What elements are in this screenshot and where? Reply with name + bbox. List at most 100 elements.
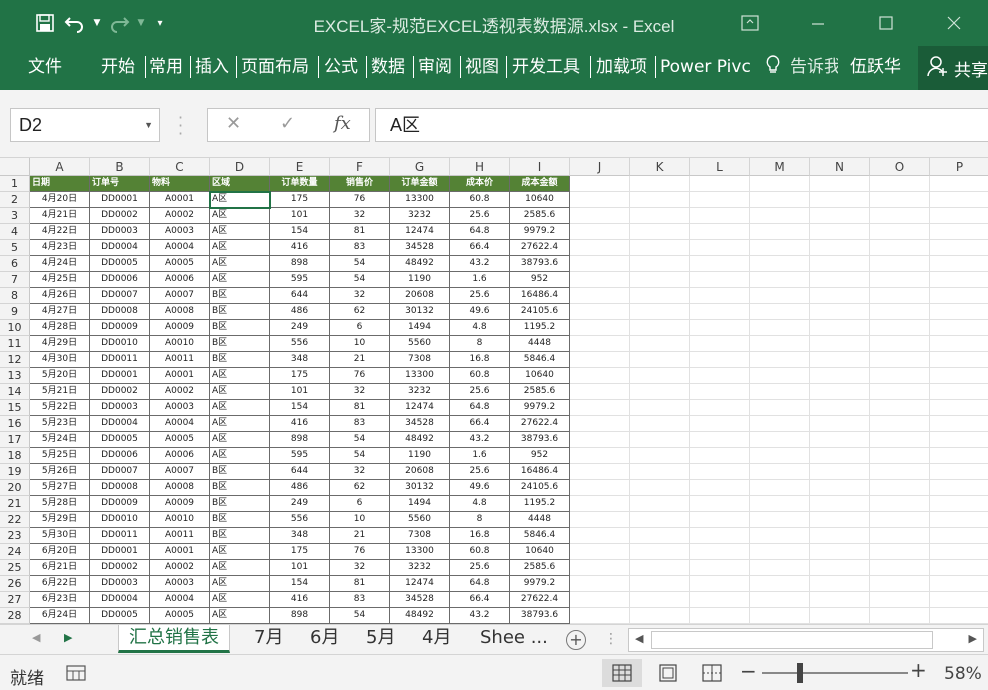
table-cell[interactable]: 5月24日 bbox=[30, 432, 90, 448]
empty-cell[interactable] bbox=[570, 544, 630, 560]
empty-cell[interactable] bbox=[870, 464, 930, 480]
table-cell[interactable]: 1494 bbox=[390, 320, 450, 336]
empty-cell[interactable] bbox=[570, 448, 630, 464]
table-cell[interactable]: 25.6 bbox=[450, 464, 510, 480]
empty-cell[interactable] bbox=[570, 192, 630, 208]
table-cell[interactable]: DD0005 bbox=[90, 256, 150, 272]
empty-cell[interactable] bbox=[870, 496, 930, 512]
table-cell[interactable]: 5月23日 bbox=[30, 416, 90, 432]
table-cell[interactable]: 66.4 bbox=[450, 416, 510, 432]
table-cell[interactable]: 4月29日 bbox=[30, 336, 90, 352]
sheet-nav-prev-icon[interactable]: ◀ bbox=[32, 631, 40, 644]
table-cell[interactable]: 24105.6 bbox=[510, 304, 570, 320]
table-cell[interactable]: A0002 bbox=[150, 208, 210, 224]
empty-cell[interactable] bbox=[570, 576, 630, 592]
table-cell[interactable]: DD0010 bbox=[90, 336, 150, 352]
empty-cell[interactable] bbox=[810, 192, 870, 208]
table-cell[interactable]: 101 bbox=[270, 384, 330, 400]
empty-cell[interactable] bbox=[690, 448, 750, 464]
empty-cell[interactable] bbox=[690, 304, 750, 320]
empty-cell[interactable] bbox=[570, 272, 630, 288]
maximize-icon[interactable] bbox=[852, 6, 920, 40]
empty-cell[interactable] bbox=[750, 464, 810, 480]
empty-cell[interactable] bbox=[870, 240, 930, 256]
empty-cell[interactable] bbox=[750, 256, 810, 272]
empty-cell[interactable] bbox=[690, 208, 750, 224]
tab-file[interactable]: 文件 bbox=[28, 54, 62, 80]
table-cell[interactable]: 10640 bbox=[510, 192, 570, 208]
table-cell[interactable]: 416 bbox=[270, 592, 330, 608]
empty-cell[interactable] bbox=[750, 560, 810, 576]
table-cell[interactable]: 154 bbox=[270, 400, 330, 416]
table-cell[interactable]: 43.2 bbox=[450, 256, 510, 272]
table-cell[interactable]: 60.8 bbox=[450, 368, 510, 384]
table-cell[interactable]: 4月22日 bbox=[30, 224, 90, 240]
empty-cell[interactable] bbox=[810, 336, 870, 352]
empty-cell[interactable] bbox=[750, 224, 810, 240]
insert-function-icon[interactable]: fx bbox=[334, 113, 351, 134]
table-cell[interactable]: 48492 bbox=[390, 432, 450, 448]
empty-cell[interactable] bbox=[870, 368, 930, 384]
table-header-cell[interactable]: 成本价 bbox=[450, 176, 510, 192]
empty-cell[interactable] bbox=[750, 384, 810, 400]
empty-cell[interactable] bbox=[690, 576, 750, 592]
worksheet-grid[interactable]: A B C D E F G H I J K L M N O P 1 日期 订单号 物料 区域 订单数量 销售价 订单金额 成本价… bbox=[0, 158, 988, 624]
table-cell[interactable]: DD0007 bbox=[90, 288, 150, 304]
empty-cell[interactable] bbox=[930, 608, 988, 624]
table-cell[interactable]: 486 bbox=[270, 304, 330, 320]
table-cell[interactable]: 21 bbox=[330, 352, 390, 368]
empty-cell[interactable] bbox=[810, 608, 870, 624]
table-cell[interactable]: 49.6 bbox=[450, 480, 510, 496]
empty-cell[interactable] bbox=[630, 512, 690, 528]
table-cell[interactable]: 4月21日 bbox=[30, 208, 90, 224]
table-cell[interactable]: 2585.6 bbox=[510, 208, 570, 224]
table-header-cell[interactable]: 订单金额 bbox=[390, 176, 450, 192]
sheet-tab-july[interactable]: 7月 bbox=[254, 625, 283, 653]
table-cell[interactable]: 10640 bbox=[510, 368, 570, 384]
table-cell[interactable]: 8 bbox=[450, 512, 510, 528]
table-cell[interactable]: A区 bbox=[210, 256, 270, 272]
table-cell[interactable]: A区 bbox=[210, 208, 270, 224]
formula-input[interactable]: A区 bbox=[375, 108, 988, 142]
table-cell[interactable]: 64.8 bbox=[450, 400, 510, 416]
macro-record-icon[interactable] bbox=[66, 664, 86, 686]
table-cell[interactable]: A区 bbox=[210, 544, 270, 560]
add-sheet-button[interactable]: + bbox=[566, 630, 586, 650]
table-cell[interactable]: 5月20日 bbox=[30, 368, 90, 384]
sheet-tab-more[interactable]: Shee ... bbox=[480, 625, 548, 653]
table-cell[interactable]: 4月23日 bbox=[30, 240, 90, 256]
table-cell[interactable]: 66.4 bbox=[450, 240, 510, 256]
table-cell[interactable]: 3232 bbox=[390, 560, 450, 576]
empty-cell[interactable] bbox=[750, 528, 810, 544]
zoom-slider-track[interactable] bbox=[762, 672, 908, 674]
table-cell[interactable]: 556 bbox=[270, 512, 330, 528]
column-header-e[interactable]: E bbox=[270, 158, 330, 176]
table-cell[interactable]: 5560 bbox=[390, 336, 450, 352]
empty-cell[interactable] bbox=[570, 400, 630, 416]
table-cell[interactable]: 348 bbox=[270, 352, 330, 368]
ribbon-display-options-icon[interactable] bbox=[716, 6, 784, 40]
empty-cell[interactable] bbox=[690, 240, 750, 256]
table-cell[interactable]: A0009 bbox=[150, 320, 210, 336]
table-cell[interactable]: 10640 bbox=[510, 544, 570, 560]
empty-cell[interactable] bbox=[630, 384, 690, 400]
table-cell[interactable]: 20608 bbox=[390, 288, 450, 304]
table-cell[interactable]: 54 bbox=[330, 272, 390, 288]
row-header[interactable]: 25 bbox=[0, 560, 30, 576]
close-icon[interactable] bbox=[920, 6, 988, 40]
table-cell[interactable]: 5月22日 bbox=[30, 400, 90, 416]
table-cell[interactable]: DD0011 bbox=[90, 528, 150, 544]
account-name[interactable]: 伍跃华 bbox=[850, 54, 901, 80]
empty-cell[interactable] bbox=[750, 432, 810, 448]
empty-cell[interactable] bbox=[750, 272, 810, 288]
empty-cell[interactable] bbox=[690, 544, 750, 560]
empty-cell[interactable] bbox=[570, 336, 630, 352]
table-cell[interactable]: 7308 bbox=[390, 352, 450, 368]
table-cell[interactable]: 9979.2 bbox=[510, 400, 570, 416]
table-header-cell[interactable]: 成本金额 bbox=[510, 176, 570, 192]
tab-data[interactable]: 数据 bbox=[371, 54, 405, 80]
table-cell[interactable]: B区 bbox=[210, 512, 270, 528]
empty-cell[interactable] bbox=[750, 288, 810, 304]
table-cell[interactable]: A0005 bbox=[150, 256, 210, 272]
empty-cell[interactable] bbox=[750, 368, 810, 384]
